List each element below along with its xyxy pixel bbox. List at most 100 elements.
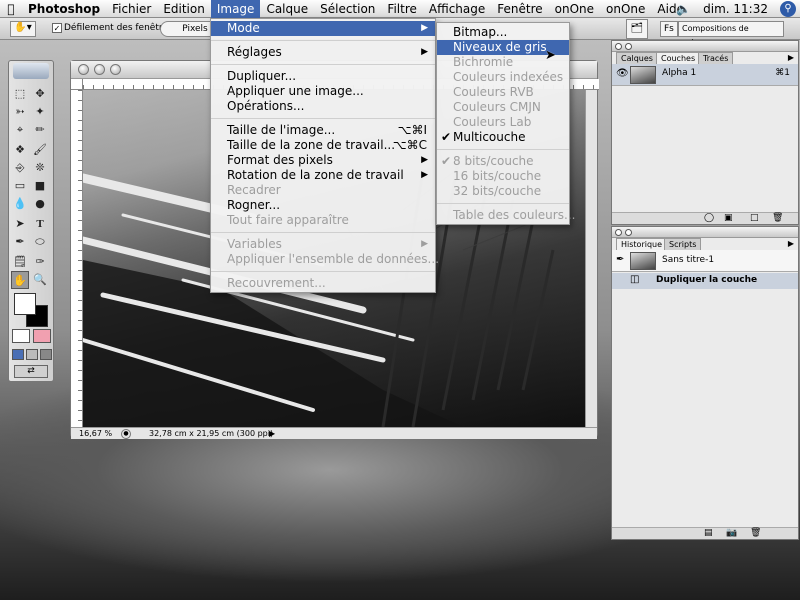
minimize-window-icon[interactable]	[94, 64, 105, 75]
channel-row-alpha1[interactable]: 👁 Alpha 1 ⌘1	[612, 64, 798, 86]
channels-panel-titlebar[interactable]	[612, 41, 798, 52]
lasso-tool-icon[interactable]: ➳	[11, 103, 29, 121]
menu-item-multicouche[interactable]: ✔ Multicouche	[437, 130, 569, 145]
brush-tool-icon[interactable]: 🖌	[31, 141, 49, 159]
apple-menu-icon[interactable]: 	[0, 0, 22, 18]
history-snapshot-row[interactable]: ✒ Sans titre-1	[612, 250, 798, 272]
menu-affichage[interactable]: Affichage	[423, 0, 491, 18]
menu-item-tout-faire-apparaitre[interactable]: Tout faire apparaître	[211, 213, 435, 228]
load-selection-icon[interactable]: ◯	[704, 213, 714, 223]
standard-mode-icon[interactable]	[12, 329, 30, 343]
shape-tool-icon[interactable]: ⬭	[31, 233, 49, 251]
menu-item-mode[interactable]: Mode ▶	[211, 21, 435, 36]
menu-item-operations[interactable]: Opérations...	[211, 99, 435, 114]
menu-item-32-bits-couche[interactable]: 32 bits/couche	[437, 184, 569, 199]
panel-collapse-icon[interactable]	[625, 43, 632, 50]
menu-item-table-des-couleurs[interactable]: Table des couleurs...	[437, 208, 575, 223]
menu-item-dupliquer[interactable]: Dupliquer...	[211, 69, 435, 84]
visibility-eye-icon[interactable]: 👁	[616, 68, 629, 79]
notes-tool-icon[interactable]: 🗒	[11, 253, 29, 271]
spotlight-icon[interactable]: ⚲	[780, 1, 796, 17]
menu-item-couleurs-lab[interactable]: Couleurs Lab	[437, 115, 569, 130]
menu-item-bitmap[interactable]: Bitmap...	[437, 25, 569, 40]
pen-tool-icon[interactable]: ✒	[11, 233, 29, 251]
blur-tool-icon[interactable]: 💧	[11, 195, 29, 213]
save-selection-icon[interactable]: ▣	[724, 213, 733, 223]
new-document-from-state-icon[interactable]: ▤	[704, 528, 713, 538]
menu-filtre[interactable]: Filtre	[381, 0, 422, 18]
file-browser-icon[interactable]: 🗂	[626, 19, 648, 39]
vertical-scrollbar[interactable]	[585, 90, 597, 427]
menu-item-couleurs-rvb[interactable]: Couleurs RVB	[437, 85, 569, 100]
menu-fichier[interactable]: Fichier	[106, 0, 157, 18]
menu-item-appliquer-l-ensemble-de-donnees[interactable]: Appliquer l'ensemble de données...	[211, 252, 439, 267]
panel-close-icon[interactable]	[615, 229, 622, 236]
menu-calque[interactable]: Calque	[260, 0, 314, 18]
move-tool-icon[interactable]: ✥	[31, 85, 49, 103]
quick-mask-mode-icon[interactable]	[33, 329, 51, 343]
ruler-origin[interactable]	[71, 79, 83, 90]
panel-close-icon[interactable]	[615, 43, 622, 50]
healing-brush-tool-icon[interactable]: ❖	[11, 141, 29, 159]
menu-item-couleurs-indexees[interactable]: Couleurs indexées	[437, 70, 569, 85]
menu-item-recouvrement[interactable]: Recouvrement...	[211, 276, 435, 291]
tab-traces[interactable]: Tracés	[698, 52, 734, 64]
history-brush-tool-icon[interactable]: ❊	[31, 159, 49, 177]
tab-scripts[interactable]: Scripts	[664, 238, 702, 250]
tab-couches[interactable]: Couches	[656, 52, 701, 64]
history-brush-source-icon[interactable]: ✒	[616, 254, 624, 265]
magic-wand-tool-icon[interactable]: ✦	[31, 103, 49, 121]
menu-onone-2[interactable]: onOne	[600, 0, 651, 18]
tab-historique[interactable]: Historique	[616, 238, 668, 250]
menu-item-rogner[interactable]: Rogner...	[211, 198, 435, 213]
gradient-tool-icon[interactable]: ■	[31, 177, 49, 195]
menu-item-couleurs-cmjn[interactable]: Couleurs CMJN	[437, 100, 569, 115]
dodge-tool-icon[interactable]: ●	[31, 195, 49, 213]
menu-onone-1[interactable]: onOne	[549, 0, 600, 18]
vertical-ruler[interactable]	[71, 90, 83, 427]
panel-menu-arrow-icon[interactable]: ▶	[788, 239, 794, 248]
menu-item-taille-de-la-zone-de-travail[interactable]: Taille de la zone de travail... ⌥⌘C	[211, 138, 435, 153]
fs-tab[interactable]: Fs	[660, 21, 678, 37]
panel-menu-arrow-icon[interactable]: ▶	[788, 53, 794, 62]
menu-item-appliquer-une-image[interactable]: Appliquer une image...	[211, 84, 435, 99]
volume-icon[interactable]: 🔈	[676, 2, 691, 16]
history-step-row[interactable]: ◫ Dupliquer la couche	[612, 273, 798, 289]
menu-item-format-des-pixels[interactable]: Format des pixels ▶	[211, 153, 435, 168]
delete-channel-icon[interactable]: 🗑	[772, 213, 783, 223]
tab-calques[interactable]: Calques	[616, 52, 658, 64]
menu-item-8-bits-couche[interactable]: ✔ 8 bits/couche	[437, 154, 569, 169]
clock[interactable]: dim. 11:32	[703, 2, 768, 16]
eyedropper-tool-icon[interactable]: ✑	[31, 253, 49, 271]
delete-state-icon[interactable]: 🗑	[750, 528, 761, 538]
menu-item-taille-de-l-image[interactable]: Taille de l'image... ⌥⌘I	[211, 123, 435, 138]
menu-fenetre[interactable]: Fenêtre	[491, 0, 548, 18]
zoom-window-icon[interactable]	[110, 64, 121, 75]
zoom-tool-icon[interactable]: 🔍	[31, 271, 49, 289]
screen-mode-full-menu-icon[interactable]	[26, 349, 38, 360]
scroll-windows-checkbox[interactable]: ✓	[52, 23, 62, 33]
layer-comps-tab[interactable]: Compositions de calques	[678, 21, 784, 47]
menu-item-reglages[interactable]: Réglages ▶	[211, 45, 435, 60]
screen-mode-full-icon[interactable]	[40, 349, 52, 360]
panel-collapse-icon[interactable]	[625, 229, 632, 236]
info-icon[interactable]: ●	[121, 429, 131, 439]
slice-tool-icon[interactable]: ✏	[31, 121, 49, 139]
zoom-level[interactable]: 16,67 %	[79, 428, 112, 439]
marquee-tool-icon[interactable]: ⬚	[11, 85, 29, 103]
new-channel-icon[interactable]: □	[750, 213, 759, 223]
new-snapshot-icon[interactable]: 📷	[726, 528, 737, 538]
app-menu[interactable]: Photoshop	[22, 0, 106, 18]
close-window-icon[interactable]	[78, 64, 89, 75]
menu-item-recadrer[interactable]: Recadrer	[211, 183, 435, 198]
crop-tool-icon[interactable]: ⌖	[11, 121, 29, 139]
path-selection-tool-icon[interactable]: ➤	[11, 215, 29, 233]
clone-stamp-tool-icon[interactable]: ⎆	[11, 159, 29, 177]
menu-selection[interactable]: Sélection	[314, 0, 381, 18]
menu-item-rotation-de-la-zone-de-travail[interactable]: Rotation de la zone de travail ▶	[211, 168, 435, 183]
eraser-tool-icon[interactable]: ▭	[11, 177, 29, 195]
screen-mode-standard-icon[interactable]	[12, 349, 24, 360]
menu-edition[interactable]: Edition	[157, 0, 211, 18]
feather-logo-icon[interactable]	[13, 63, 49, 79]
menu-item-variables[interactable]: Variables ▶	[211, 237, 435, 252]
